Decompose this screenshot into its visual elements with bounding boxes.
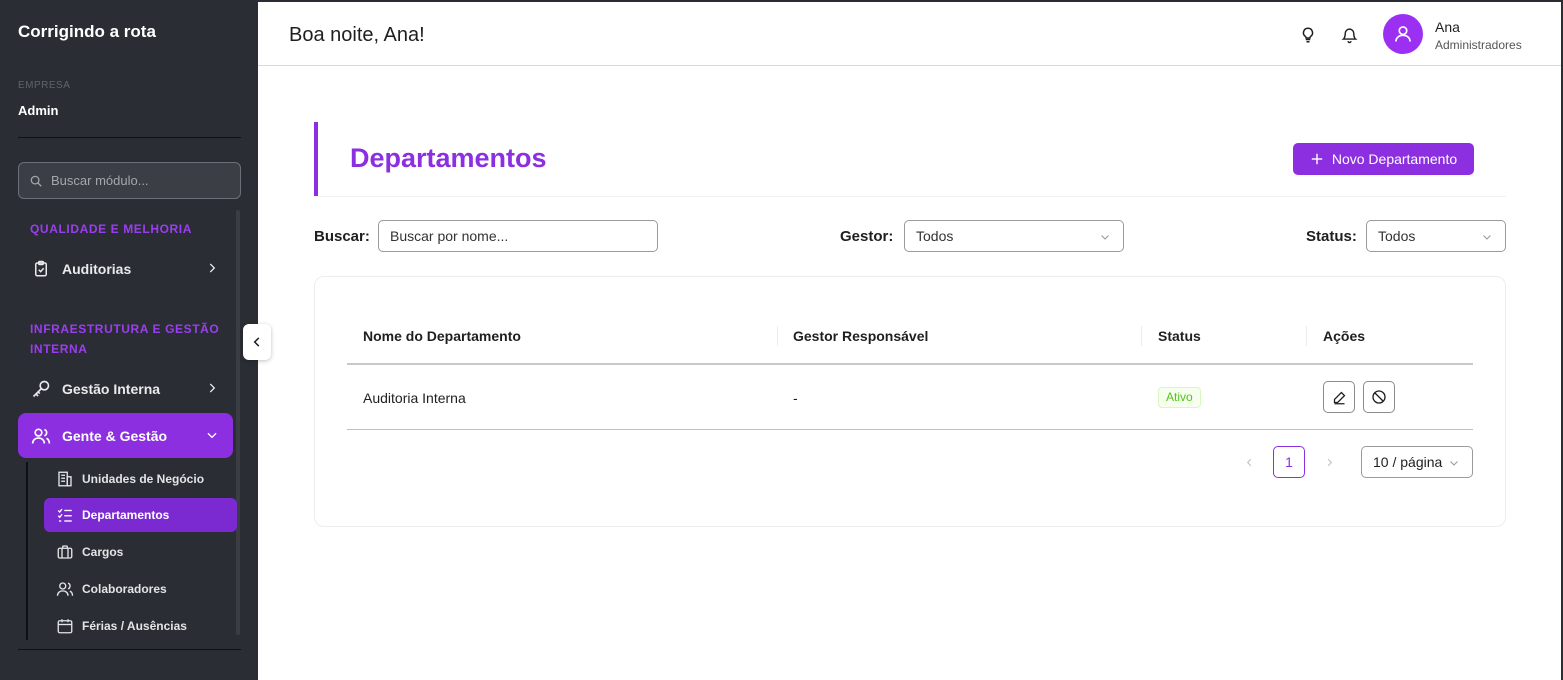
manager-select[interactable]: Todos	[904, 220, 1124, 252]
sidebar-subitem-ferias[interactable]: Férias / Ausências	[44, 609, 237, 643]
users-icon	[55, 579, 75, 599]
bell-icon[interactable]	[1338, 24, 1360, 46]
column-separator	[777, 326, 778, 346]
status-select-value: Todos	[1378, 228, 1416, 244]
clipboard-check-icon	[30, 258, 52, 280]
user-role: Administradores	[1435, 38, 1522, 52]
chevron-down-icon	[207, 432, 217, 439]
sidebar-subitem-label: Cargos	[82, 545, 124, 559]
user-avatar[interactable]	[1383, 14, 1423, 54]
section-title-infra: INFRAESTRUTURA E GESTÃO INTERNA	[30, 322, 220, 356]
status-label: Status:	[1306, 228, 1357, 245]
sidebar-subitem-cargos[interactable]: Cargos	[44, 535, 237, 569]
column-separator	[1141, 326, 1142, 346]
table-row-divider	[347, 429, 1473, 430]
status-badge: Ativo	[1158, 387, 1201, 408]
sidebar-subitem-unidades[interactable]: Unidades de Negócio	[44, 462, 237, 496]
cell-manager: -	[793, 390, 798, 406]
briefcase-icon	[55, 542, 75, 562]
cell-department-name: Auditoria Interna	[363, 390, 466, 406]
manager-label: Gestor:	[840, 228, 894, 245]
chevron-right-icon	[1327, 458, 1332, 466]
sidebar-subitem-departamentos[interactable]: Departamentos	[44, 498, 237, 532]
sidebar-subitem-label: Colaboradores	[82, 582, 167, 596]
lightbulb-icon[interactable]	[1297, 24, 1319, 46]
manager-select-value: Todos	[916, 228, 954, 244]
column-separator	[1306, 326, 1307, 346]
sidebar-subitem-colaboradores[interactable]: Colaboradores	[44, 572, 237, 606]
greeting: Boa noite, Ana!	[289, 24, 425, 46]
module-search-input[interactable]	[51, 173, 221, 188]
sidebar-item-label: Gente & Gestão	[62, 427, 168, 444]
pagination-prev[interactable]	[1242, 455, 1256, 469]
sidebar: Corrigindo a rota EMPRESA Admin QUALIDAD…	[0, 0, 258, 680]
column-header-name[interactable]: Nome do Departamento	[363, 328, 521, 344]
users-icon	[30, 425, 52, 447]
section-title-quality: QUALIDADE E MELHORIA	[30, 222, 192, 236]
chevron-down-icon	[1450, 461, 1458, 466]
column-header-actions: Ações	[1323, 328, 1366, 344]
chevron-down-icon	[1483, 235, 1491, 240]
company-name: Admin	[18, 103, 59, 118]
sidebar-item-gestao-interna[interactable]: Gestão Interna	[18, 368, 233, 410]
sidebar-item-auditorias[interactable]: Auditorias	[18, 248, 233, 290]
edit-button[interactable]	[1323, 381, 1355, 413]
sidebar-item-label: Auditorias	[62, 261, 132, 277]
key-icon	[30, 378, 52, 400]
title-accent-bar	[314, 122, 318, 196]
pagination-next[interactable]	[1322, 455, 1336, 469]
sidebar-divider	[18, 649, 241, 650]
title-divider	[318, 196, 1506, 197]
edit-icon	[1333, 391, 1345, 404]
chevron-right-icon	[209, 263, 216, 273]
company-label: EMPRESA	[18, 80, 71, 91]
pagination-page[interactable]: 1	[1273, 446, 1305, 478]
block-icon	[1372, 390, 1386, 404]
page-title: Departamentos	[350, 143, 547, 173]
sidebar-item-label: Gestão Interna	[62, 381, 161, 397]
sidebar-scrollbar[interactable]	[236, 210, 240, 635]
checklist-icon	[55, 505, 75, 525]
sidebar-subitem-label: Unidades de Negócio	[82, 472, 205, 486]
new-department-button[interactable]: Novo Departamento	[1293, 143, 1474, 175]
page-size-select[interactable]: 10 / página	[1361, 446, 1473, 478]
column-header-status[interactable]: Status	[1158, 328, 1201, 344]
chevron-right-icon	[209, 383, 216, 393]
table-header-divider	[347, 363, 1473, 365]
search-icon	[30, 175, 42, 187]
new-department-label: Novo Departamento	[1331, 151, 1458, 167]
search-label: Buscar:	[314, 228, 370, 245]
module-search[interactable]	[18, 162, 241, 199]
calendar-icon	[55, 616, 75, 636]
chevron-left-icon	[253, 337, 260, 347]
sidebar-divider	[18, 137, 241, 138]
top-header: Boa noite, Ana! Ana Administradores	[258, 0, 1563, 66]
building-icon	[55, 469, 75, 489]
sidebar-subitem-label: Departamentos	[82, 508, 170, 522]
sidebar-collapse-button[interactable]	[243, 324, 271, 360]
name-search-input[interactable]	[378, 220, 658, 252]
submenu-guide-line	[26, 462, 28, 640]
deactivate-button[interactable]	[1363, 381, 1395, 413]
column-header-manager[interactable]: Gestor Responsável	[793, 328, 928, 344]
sidebar-subitem-label: Férias / Ausências	[82, 619, 187, 633]
brand-name: Corrigindo a rota	[18, 22, 156, 41]
chevron-down-icon	[1101, 235, 1109, 240]
user-icon	[1395, 26, 1411, 42]
sidebar-item-gente-gestao[interactable]: Gente & Gestão	[18, 413, 233, 458]
status-select[interactable]: Todos	[1366, 220, 1506, 252]
page-size-value: 10 / página	[1373, 454, 1443, 470]
plus-icon	[1311, 153, 1323, 165]
chevron-left-icon	[1246, 458, 1251, 466]
user-name: Ana	[1435, 19, 1460, 35]
